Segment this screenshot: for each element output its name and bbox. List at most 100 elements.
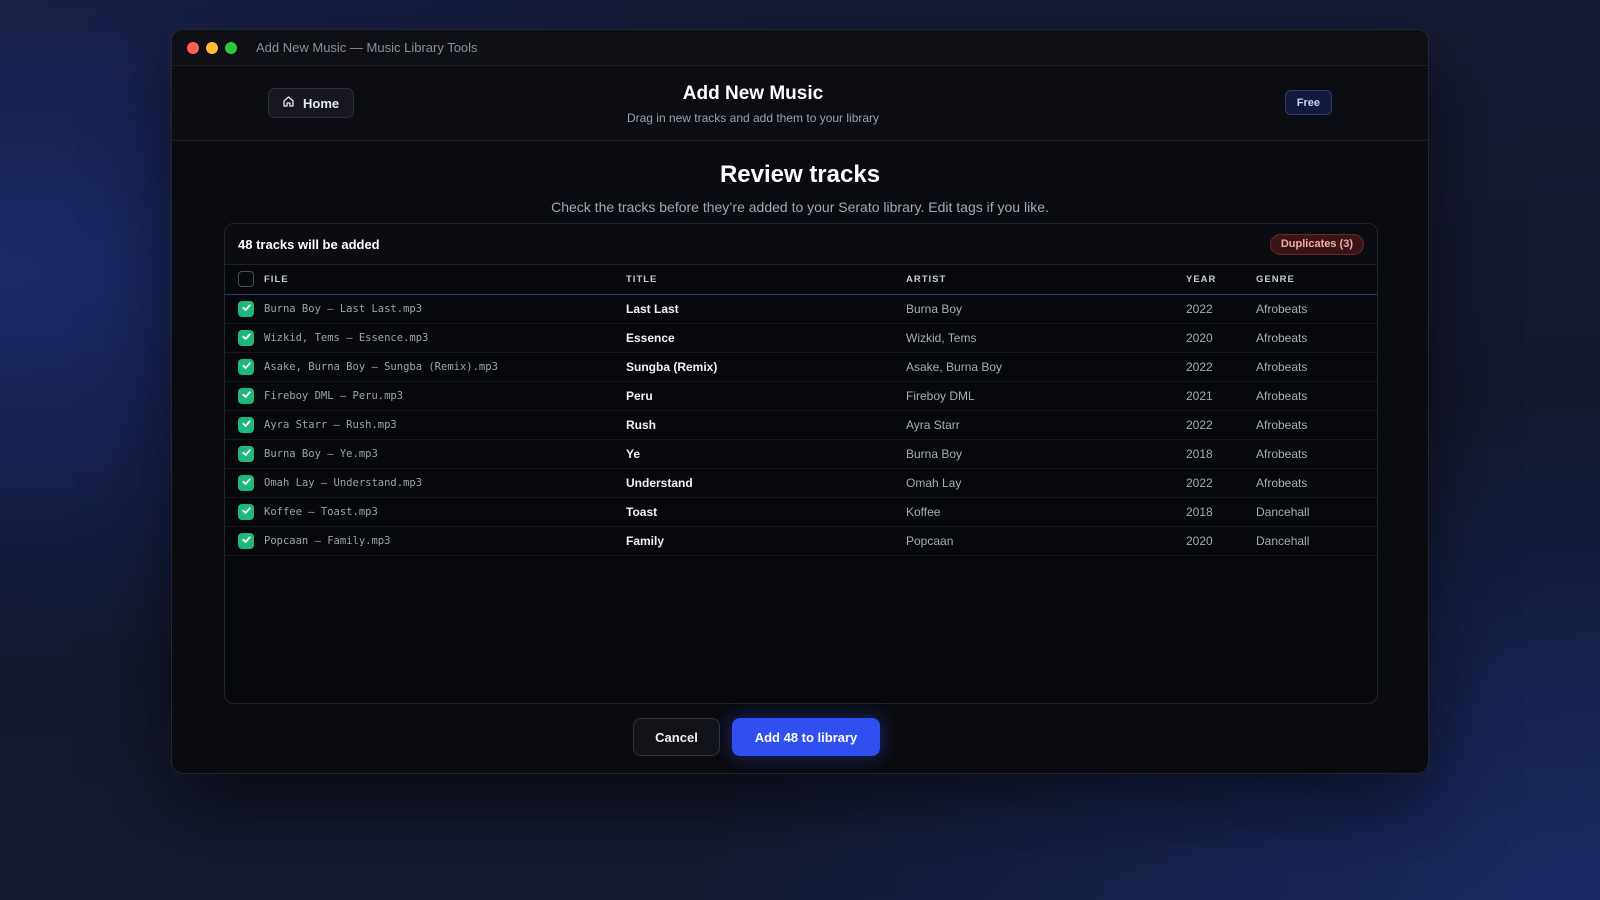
table-row[interactable]: Asake, Burna Boy – Sungba (Remix).mp3 Sun… (225, 352, 1377, 381)
review-title: Review tracks (719, 161, 881, 188)
review-subtitle: Check the tracks before they’re added to… (551, 199, 1049, 215)
tracks-count: 48 tracks will be added (238, 236, 380, 252)
cell-genre[interactable]: Afrobeats (1256, 352, 1377, 381)
minimize-window-button[interactable] (206, 41, 218, 54)
cell-artist[interactable]: Koffee (906, 497, 1186, 526)
cell-artist[interactable]: Omah Lay (906, 468, 1186, 497)
cell-year[interactable]: 2021 (1186, 381, 1256, 410)
cell-artist[interactable]: Asake, Burna Boy (906, 352, 1186, 381)
plan-badge[interactable]: Free (1284, 90, 1332, 115)
table-row[interactable]: Fireboy DML – Peru.mp3 Peru Fireboy DML 202… (225, 381, 1377, 410)
cell-year[interactable]: 2022 (1186, 468, 1256, 497)
column-header-genre[interactable]: GENRE (1256, 265, 1377, 294)
cell-file: Fireboy DML – Peru.mp3 (264, 389, 404, 402)
row-checkbox[interactable] (238, 329, 254, 346)
cell-artist[interactable]: Burna Boy (906, 439, 1186, 468)
cell-artist[interactable]: Burna Boy (906, 294, 1186, 323)
cell-title[interactable]: Last Last (626, 294, 906, 323)
cell-title[interactable]: Toast (626, 497, 906, 526)
tracks-table: FILE TITLE ARTIST YEAR GENRE Burna Boy –… (225, 265, 1377, 556)
cell-year[interactable]: 2018 (1186, 497, 1256, 526)
cell-title[interactable]: Understand (626, 468, 906, 497)
column-header-file[interactable]: FILE (264, 265, 626, 294)
tracks-panel-header: 48 tracks will be added Duplicates (3) (225, 224, 1377, 265)
table-header-row: FILE TITLE ARTIST YEAR GENRE (225, 265, 1377, 294)
window-title: Add New Music — Music Library Tools (256, 40, 478, 55)
checkmark-icon (241, 534, 252, 548)
app-window: Add New Music — Music Library Tools Home… (171, 29, 1429, 774)
cell-year[interactable]: 2020 (1186, 323, 1256, 352)
cell-title[interactable]: Rush (626, 410, 906, 439)
checkmark-icon (241, 447, 252, 461)
cell-year[interactable]: 2022 (1186, 410, 1256, 439)
row-checkbox[interactable] (238, 416, 254, 433)
row-checkbox[interactable] (238, 474, 254, 491)
cell-year[interactable]: 2020 (1186, 526, 1256, 555)
cell-file: Burna Boy – Last Last.mp3 (264, 302, 423, 315)
cell-genre[interactable]: Afrobeats (1256, 381, 1377, 410)
cell-file: Popcaan – Family.mp3 (264, 534, 391, 547)
table-row[interactable]: Burna Boy – Last Last.mp3 Last Last Burna … (225, 294, 1377, 323)
cell-artist[interactable]: Popcaan (906, 526, 1186, 555)
cell-file: Wizkid, Tems – Essence.mp3 (264, 331, 429, 344)
checkmark-icon (241, 302, 252, 316)
action-bar: Cancel Add 48 to library (172, 718, 1428, 756)
page-title: Add New Music (682, 83, 824, 104)
cell-title[interactable]: Peru (626, 381, 906, 410)
column-header-artist[interactable]: ARTIST (906, 265, 1186, 294)
cell-artist[interactable]: Wizkid, Tems (906, 323, 1186, 352)
header-center: Add New Music Drag in new tracks and add… (172, 83, 1428, 125)
cell-genre[interactable]: Afrobeats (1256, 468, 1377, 497)
table-row[interactable]: Omah Lay – Understand.mp3 Understand Omah … (225, 468, 1377, 497)
row-checkbox[interactable] (238, 445, 254, 462)
cell-file: Asake, Burna Boy – Sungba (Remix).mp3 (264, 360, 498, 373)
app-header: Home Add New Music Drag in new tracks an… (172, 66, 1428, 141)
column-header-year[interactable]: YEAR (1186, 265, 1256, 294)
tracks-panel: 48 tracks will be added Duplicates (3) F… (224, 223, 1378, 704)
row-checkbox[interactable] (238, 300, 254, 317)
table-row[interactable]: Wizkid, Tems – Essence.mp3 Essence Wizkid,… (225, 323, 1377, 352)
cell-year[interactable]: 2022 (1186, 352, 1256, 381)
table-row[interactable]: Burna Boy – Ye.mp3 Ye Burna Boy 2018 Afrobea… (225, 439, 1377, 468)
cell-genre[interactable]: Afrobeats (1256, 439, 1377, 468)
duplicates-badge[interactable]: Duplicates (3) (1269, 233, 1364, 255)
cell-artist[interactable]: Fireboy DML (906, 381, 1186, 410)
row-checkbox[interactable] (238, 387, 254, 404)
column-header-title[interactable]: TITLE (626, 265, 906, 294)
title-bar: Add New Music — Music Library Tools (172, 30, 1428, 66)
cell-genre[interactable]: Afrobeats (1256, 323, 1377, 352)
cell-artist[interactable]: Ayra Starr (906, 410, 1186, 439)
cell-genre[interactable]: Afrobeats (1256, 410, 1377, 439)
cell-genre[interactable]: Dancehall (1256, 526, 1377, 555)
cell-genre[interactable]: Dancehall (1256, 497, 1377, 526)
checkmark-icon (241, 331, 252, 345)
table-row[interactable]: Koffee – Toast.mp3 Toast Koffee 2018 Danceha… (225, 497, 1377, 526)
row-checkbox[interactable] (238, 503, 254, 520)
page-subtitle: Drag in new tracks and add them to your … (626, 111, 880, 125)
cell-file: Ayra Starr – Rush.mp3 (264, 418, 397, 431)
cell-file: Koffee – Toast.mp3 (264, 505, 378, 518)
table-row[interactable]: Popcaan – Family.mp3 Family Popcaan 2020 Dan… (225, 526, 1377, 555)
table-row[interactable]: Ayra Starr – Rush.mp3 Rush Ayra Starr 2022 A… (225, 410, 1377, 439)
cancel-button[interactable]: Cancel (633, 718, 720, 756)
cell-title[interactable]: Essence (626, 323, 906, 352)
cell-title[interactable]: Family (626, 526, 906, 555)
select-all-checkbox[interactable] (238, 271, 254, 288)
checkmark-icon (241, 476, 252, 490)
add-to-library-button[interactable]: Add 48 to library (732, 718, 880, 756)
checkmark-icon (241, 505, 252, 519)
checkmark-icon (241, 418, 252, 432)
cell-file: Burna Boy – Ye.mp3 (264, 447, 378, 460)
cell-file: Omah Lay – Understand.mp3 (264, 476, 423, 489)
cell-year[interactable]: 2018 (1186, 439, 1256, 468)
row-checkbox[interactable] (238, 358, 254, 375)
zoom-window-button[interactable] (225, 41, 237, 54)
checkmark-icon (241, 389, 252, 403)
cell-genre[interactable]: Afrobeats (1256, 294, 1377, 323)
cell-title[interactable]: Ye (626, 439, 906, 468)
close-window-button[interactable] (187, 41, 199, 54)
cell-year[interactable]: 2022 (1186, 294, 1256, 323)
checkmark-icon (241, 360, 252, 374)
cell-title[interactable]: Sungba (Remix) (626, 352, 906, 381)
row-checkbox[interactable] (238, 532, 254, 549)
